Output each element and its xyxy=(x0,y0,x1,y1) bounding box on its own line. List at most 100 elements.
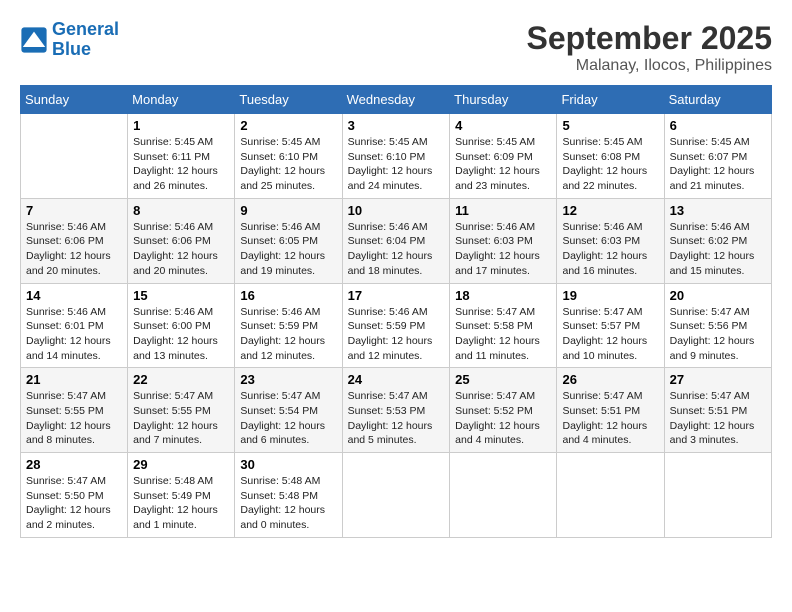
table-row: 2Sunrise: 5:45 AM Sunset: 6:10 PM Daylig… xyxy=(235,114,342,199)
calendar-week-row: 7Sunrise: 5:46 AM Sunset: 6:06 PM Daylig… xyxy=(21,198,772,283)
day-info: Sunrise: 5:48 AM Sunset: 5:48 PM Dayligh… xyxy=(240,474,336,533)
day-info: Sunrise: 5:47 AM Sunset: 5:54 PM Dayligh… xyxy=(240,389,336,448)
table-row: 26 Sunrise: 5:47 AM Sunset: 5:51 PM Dayli… xyxy=(557,368,664,453)
logo-blue: Blue xyxy=(52,40,119,60)
table-row: 15Sunrise: 5:46 AM Sunset: 6:00 PM Dayli… xyxy=(128,283,235,368)
table-row: 9 Sunrise: 5:46 AM Sunset: 6:05 PM Daylig… xyxy=(235,198,342,283)
logo-text: General Blue xyxy=(52,20,119,60)
day-number: 2 xyxy=(240,118,336,133)
location: Malanay, Ilocos, Philippines xyxy=(527,57,772,75)
day-number: 23 xyxy=(240,372,336,387)
table-row: 10Sunrise: 5:46 AM Sunset: 6:04 PM Dayli… xyxy=(342,198,450,283)
day-info: Sunrise: 5:47 AM Sunset: 5:56 PM Dayligh… xyxy=(670,305,766,364)
calendar-week-row: 1 Sunrise: 5:45 AM Sunset: 6:11 PM Daylig… xyxy=(21,114,772,199)
day-info: Sunrise: 5:46 AM Sunset: 5:59 PM Dayligh… xyxy=(240,305,336,364)
day-info: Sunrise: 5:47 AM Sunset: 5:57 PM Dayligh… xyxy=(562,305,658,364)
day-info: Sunrise: 5:46 AM Sunset: 6:03 PM Dayligh… xyxy=(562,220,658,279)
calendar-header-row: Sunday Monday Tuesday Wednesday Thursday… xyxy=(21,86,772,114)
table-row: 4 Sunrise: 5:45 AM Sunset: 6:09 PM Daylig… xyxy=(450,114,557,199)
day-number: 29 xyxy=(133,457,229,472)
col-saturday: Saturday xyxy=(664,86,771,114)
day-number: 17 xyxy=(348,288,445,303)
table-row: 30 Sunrise: 5:48 AM Sunset: 5:48 PM Dayli… xyxy=(235,453,342,538)
table-row: 23 Sunrise: 5:47 AM Sunset: 5:54 PM Dayli… xyxy=(235,368,342,453)
day-info: Sunrise: 5:46 AM Sunset: 5:59 PM Dayligh… xyxy=(348,305,445,364)
table-row: 18 Sunrise: 5:47 AM Sunset: 5:58 PM Dayli… xyxy=(450,283,557,368)
table-row xyxy=(21,114,128,199)
table-row xyxy=(342,453,450,538)
page-header: General Blue September 2025 Malanay, Ilo… xyxy=(20,20,772,75)
day-number: 5 xyxy=(562,118,658,133)
calendar-week-row: 28 Sunrise: 5:47 AM Sunset: 5:50 PM Dayli… xyxy=(21,453,772,538)
day-number: 16 xyxy=(240,288,336,303)
day-info: Sunrise: 5:47 AM Sunset: 5:50 PM Dayligh… xyxy=(26,474,122,533)
day-number: 26 xyxy=(562,372,658,387)
table-row xyxy=(557,453,664,538)
table-row: 28 Sunrise: 5:47 AM Sunset: 5:50 PM Dayli… xyxy=(21,453,128,538)
day-number: 1 xyxy=(133,118,229,133)
day-info: Sunrise: 5:46 AM Sunset: 6:02 PM Dayligh… xyxy=(670,220,766,279)
calendar-week-row: 21 Sunrise: 5:47 AM Sunset: 5:55 PM Dayli… xyxy=(21,368,772,453)
table-row: 1 Sunrise: 5:45 AM Sunset: 6:11 PM Daylig… xyxy=(128,114,235,199)
table-row: 29 Sunrise: 5:48 AM Sunset: 5:49 PM Dayli… xyxy=(128,453,235,538)
day-info: Sunrise: 5:47 AM Sunset: 5:55 PM Dayligh… xyxy=(26,389,122,448)
day-info: Sunrise: 5:45 AM Sunset: 6:07 PM Dayligh… xyxy=(670,135,766,194)
day-info: Sunrise: 5:46 AM Sunset: 6:05 PM Dayligh… xyxy=(240,220,336,279)
month-year: September 2025 xyxy=(527,20,772,57)
table-row: 21 Sunrise: 5:47 AM Sunset: 5:55 PM Dayli… xyxy=(21,368,128,453)
day-number: 11 xyxy=(455,203,551,218)
table-row xyxy=(664,453,771,538)
day-info: Sunrise: 5:45 AM Sunset: 6:11 PM Dayligh… xyxy=(133,135,229,194)
day-info: Sunrise: 5:48 AM Sunset: 5:49 PM Dayligh… xyxy=(133,474,229,533)
day-number: 6 xyxy=(670,118,766,133)
table-row: 16 Sunrise: 5:46 AM Sunset: 5:59 PM Dayli… xyxy=(235,283,342,368)
day-info: Sunrise: 5:45 AM Sunset: 6:08 PM Dayligh… xyxy=(562,135,658,194)
table-row: 12Sunrise: 5:46 AM Sunset: 6:03 PM Dayli… xyxy=(557,198,664,283)
day-info: Sunrise: 5:47 AM Sunset: 5:55 PM Dayligh… xyxy=(133,389,229,448)
table-row: 24Sunrise: 5:47 AM Sunset: 5:53 PM Dayli… xyxy=(342,368,450,453)
day-number: 21 xyxy=(26,372,122,387)
day-number: 24 xyxy=(348,372,445,387)
day-number: 20 xyxy=(670,288,766,303)
table-row: 27Sunrise: 5:47 AM Sunset: 5:51 PM Dayli… xyxy=(664,368,771,453)
col-friday: Friday xyxy=(557,86,664,114)
table-row xyxy=(450,453,557,538)
table-row: 5 Sunrise: 5:45 AM Sunset: 6:08 PM Daylig… xyxy=(557,114,664,199)
day-number: 30 xyxy=(240,457,336,472)
logo-icon xyxy=(20,26,48,54)
col-sunday: Sunday xyxy=(21,86,128,114)
day-info: Sunrise: 5:47 AM Sunset: 5:58 PM Dayligh… xyxy=(455,305,551,364)
calendar-week-row: 14Sunrise: 5:46 AM Sunset: 6:01 PM Dayli… xyxy=(21,283,772,368)
table-row: 3Sunrise: 5:45 AM Sunset: 6:10 PM Daylig… xyxy=(342,114,450,199)
title-block: September 2025 Malanay, Ilocos, Philippi… xyxy=(527,20,772,75)
col-thursday: Thursday xyxy=(450,86,557,114)
day-number: 28 xyxy=(26,457,122,472)
day-info: Sunrise: 5:47 AM Sunset: 5:51 PM Dayligh… xyxy=(670,389,766,448)
calendar-table: Sunday Monday Tuesday Wednesday Thursday… xyxy=(20,85,772,538)
day-number: 22 xyxy=(133,372,229,387)
table-row: 19 Sunrise: 5:47 AM Sunset: 5:57 PM Dayli… xyxy=(557,283,664,368)
day-number: 8 xyxy=(133,203,229,218)
day-info: Sunrise: 5:46 AM Sunset: 6:06 PM Dayligh… xyxy=(26,220,122,279)
col-wednesday: Wednesday xyxy=(342,86,450,114)
day-info: Sunrise: 5:46 AM Sunset: 6:01 PM Dayligh… xyxy=(26,305,122,364)
day-number: 15 xyxy=(133,288,229,303)
table-row: 6 Sunrise: 5:45 AM Sunset: 6:07 PM Daylig… xyxy=(664,114,771,199)
table-row: 22 Sunrise: 5:47 AM Sunset: 5:55 PM Dayli… xyxy=(128,368,235,453)
col-tuesday: Tuesday xyxy=(235,86,342,114)
table-row: 7Sunrise: 5:46 AM Sunset: 6:06 PM Daylig… xyxy=(21,198,128,283)
table-row: 14Sunrise: 5:46 AM Sunset: 6:01 PM Dayli… xyxy=(21,283,128,368)
logo: General Blue xyxy=(20,20,119,60)
day-number: 19 xyxy=(562,288,658,303)
day-number: 9 xyxy=(240,203,336,218)
day-info: Sunrise: 5:46 AM Sunset: 6:06 PM Dayligh… xyxy=(133,220,229,279)
day-number: 3 xyxy=(348,118,445,133)
day-number: 18 xyxy=(455,288,551,303)
table-row: 13Sunrise: 5:46 AM Sunset: 6:02 PM Dayli… xyxy=(664,198,771,283)
day-info: Sunrise: 5:47 AM Sunset: 5:51 PM Dayligh… xyxy=(562,389,658,448)
day-info: Sunrise: 5:45 AM Sunset: 6:09 PM Dayligh… xyxy=(455,135,551,194)
day-info: Sunrise: 5:46 AM Sunset: 6:03 PM Dayligh… xyxy=(455,220,551,279)
logo-general: General xyxy=(52,19,119,39)
day-info: Sunrise: 5:46 AM Sunset: 6:04 PM Dayligh… xyxy=(348,220,445,279)
day-number: 4 xyxy=(455,118,551,133)
